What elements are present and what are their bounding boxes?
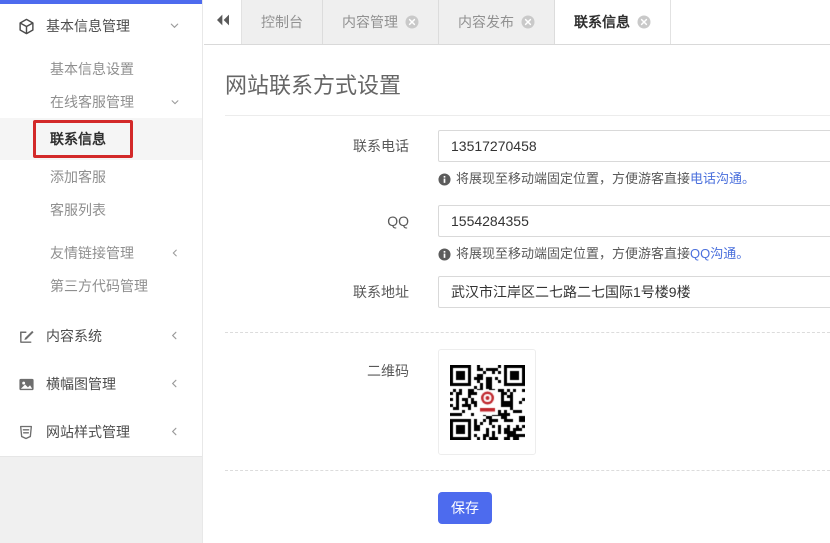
phone-chat-link[interactable]: 电话沟通	[690, 171, 742, 186]
sidebar-item-banner-mgmt[interactable]: 横幅图管理	[0, 360, 202, 408]
tab-label: 内容管理	[342, 12, 398, 32]
tab-label: 联系信息	[574, 12, 630, 32]
tab-content-mgmt[interactable]: 内容管理	[323, 0, 439, 44]
qq-chat-link[interactable]: QQ沟通	[690, 246, 736, 261]
tab-console[interactable]: 控制台	[242, 0, 323, 44]
sidebar-item-online-service-mgmt[interactable]: 在线客服管理	[0, 85, 202, 118]
chevron-left-icon	[169, 376, 180, 392]
edit-icon	[18, 328, 35, 345]
sidebar-item-label: 基本信息管理	[46, 16, 169, 36]
qr-field-label: 二维码	[225, 349, 409, 455]
page-title: 网站联系方式设置	[225, 71, 830, 101]
tab-bar: 控制台 内容管理 内容发布 联系信息	[204, 0, 830, 45]
sidebar-item-label: 网站样式管理	[46, 422, 169, 442]
phone-hint: 将展现至移动端固定位置，方便游客直接电话沟通。	[438, 170, 830, 188]
title-divider	[225, 115, 830, 116]
sidebar-item-label: 内容系统	[46, 326, 169, 346]
sidebar-item-service-list[interactable]: 客服列表	[0, 193, 202, 226]
sidebar-item-add-service[interactable]: 添加客服	[0, 160, 202, 193]
close-tab-icon[interactable]	[521, 15, 535, 29]
chevron-down-icon	[169, 18, 180, 34]
sidebar-item-third-party-code-mgmt[interactable]: 第三方代码管理	[0, 269, 202, 302]
section-divider	[225, 332, 830, 333]
phone-field-label: 联系电话	[225, 130, 409, 188]
qq-hint: 将展现至移动端固定位置，方便游客直接QQ沟通。	[438, 245, 830, 263]
sidebar-item-friend-links-mgmt[interactable]: 友情链接管理	[0, 236, 202, 269]
phone-field-row: 联系电话 将展现至移动端固定位置，方便游客直接电话沟通。	[225, 130, 830, 188]
chevron-down-icon	[170, 94, 180, 110]
hint-period: 。	[736, 246, 749, 261]
section-divider	[225, 470, 830, 471]
sidebar-item-label: 横幅图管理	[46, 374, 169, 394]
tab-bar-empty-space	[671, 0, 830, 44]
tab-label: 控制台	[261, 12, 303, 32]
sidebar-item-label: 添加客服	[50, 167, 180, 187]
sidebar-item-content-system[interactable]: 内容系统	[0, 312, 202, 360]
image-icon	[18, 376, 35, 393]
sidebar-item-label: 第三方代码管理	[50, 276, 180, 296]
address-input[interactable]	[438, 276, 830, 308]
chevron-left-icon	[170, 245, 180, 261]
style-shield-icon	[18, 424, 35, 441]
tab-content-publish[interactable]: 内容发布	[439, 0, 555, 44]
qq-field-label: QQ	[225, 205, 409, 263]
close-tab-icon[interactable]	[637, 15, 651, 29]
qr-code-image	[450, 365, 525, 440]
save-button[interactable]: 保存	[438, 492, 492, 524]
address-field-label: 联系地址	[225, 276, 409, 308]
content-panel: 网站联系方式设置 联系电话 将展现至移动端固定位置，方便游客直接电话沟通。 QQ	[204, 45, 830, 543]
qq-field-row: QQ 将展现至移动端固定位置，方便游客直接QQ沟通。	[225, 205, 830, 263]
red-highlight-box: 联系信息	[33, 120, 133, 158]
chevron-left-icon	[169, 328, 180, 344]
hint-period: 。	[742, 171, 755, 186]
sidebar-item-basic-info-settings[interactable]: 基本信息设置	[0, 52, 202, 85]
chevron-left-icon	[169, 424, 180, 440]
double-left-arrow-icon	[215, 13, 231, 32]
collapse-tabs-button[interactable]	[204, 0, 242, 44]
sidebar-item-basic-info-mgmt[interactable]: 基本信息管理	[0, 4, 202, 48]
sidebar-item-label: 基本信息设置	[50, 59, 180, 79]
phone-input[interactable]	[438, 130, 830, 162]
sidebar-item-contact-info[interactable]: 联系信息	[0, 118, 202, 160]
info-icon	[438, 173, 451, 186]
hint-text: 将展现至移动端固定位置，方便游客直接	[456, 246, 690, 261]
qr-field-row: 二维码	[225, 349, 830, 455]
qr-code-frame	[438, 349, 536, 455]
close-tab-icon[interactable]	[405, 15, 419, 29]
sidebar-item-label: 友情链接管理	[50, 243, 170, 263]
main-area: 控制台 内容管理 内容发布 联系信息 网站联系方式设置 联系电话	[204, 0, 830, 543]
cube-icon	[18, 18, 35, 35]
tab-label: 内容发布	[458, 12, 514, 32]
info-icon	[438, 248, 451, 261]
address-field-row: 联系地址	[225, 276, 830, 308]
hint-text: 将展现至移动端固定位置，方便游客直接	[456, 171, 690, 186]
sidebar-item-label: 客服列表	[50, 200, 180, 220]
sidebar-item-site-style-mgmt[interactable]: 网站样式管理	[0, 408, 202, 456]
sidebar: 基本信息管理 基本信息设置 在线客服管理 联系信息 添加客服 客服列表 友情链接…	[0, 0, 203, 543]
sidebar-item-label: 联系信息	[50, 131, 106, 147]
sidebar-footer-area	[0, 456, 202, 543]
sidebar-item-label: 在线客服管理	[50, 92, 170, 112]
tab-contact-info[interactable]: 联系信息	[555, 0, 671, 44]
qq-input[interactable]	[438, 205, 830, 237]
